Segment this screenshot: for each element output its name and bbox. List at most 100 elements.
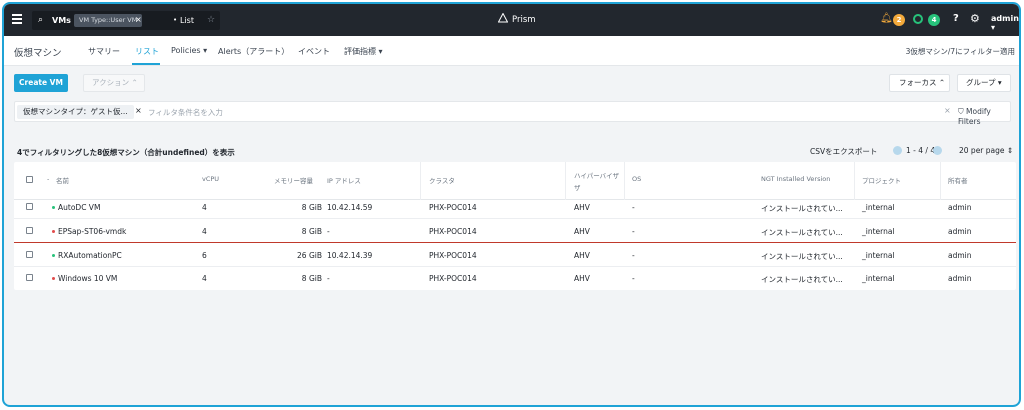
tab-events[interactable]: イベント <box>298 46 330 57</box>
tab-list[interactable]: リスト <box>135 46 159 57</box>
column-header-project[interactable]: プロジェクト <box>862 175 901 185</box>
tasks-count-badge[interactable]: 4 <box>928 14 940 26</box>
vm-name-link[interactable]: AutoDC VM <box>58 203 100 212</box>
table-row[interactable]: RXAutomationPC 6 26 GiB 10.42.14.39 PHX-… <box>14 244 1016 267</box>
ngt-cell: インストールされてい... <box>761 204 843 213</box>
vm-name-link[interactable]: RXAutomationPC <box>58 251 122 260</box>
page-title: 仮想マシン <box>14 48 62 59</box>
ngt-cell: インストールされてい... <box>761 228 843 237</box>
filter-input[interactable]: フィルタ条件名を入力 <box>148 107 223 118</box>
column-divider <box>565 162 566 200</box>
search-box[interactable]: ⌕ VMs VM Type::User VM × • List ☆ <box>32 11 220 30</box>
create-vm-button[interactable]: Create VM <box>14 74 68 92</box>
next-page-icon[interactable] <box>933 146 942 155</box>
row-checkbox[interactable] <box>26 251 33 258</box>
column-header-cluster[interactable]: クラスタ <box>429 175 455 185</box>
column-header-hypervisor[interactable]: ハイパーバイザ <box>574 170 619 180</box>
column-header-memory[interactable]: メモリー容量 <box>274 175 313 185</box>
prev-page-icon[interactable] <box>893 146 902 155</box>
row-checkbox[interactable] <box>26 274 33 281</box>
os-cell: - <box>632 251 635 260</box>
column-header-owner[interactable]: 所有者 <box>948 175 968 185</box>
cluster-cell[interactable]: PHX-POC014 <box>429 203 477 212</box>
power-status-dot <box>52 230 55 233</box>
clear-filter-icon[interactable]: × <box>944 106 951 115</box>
help-icon[interactable]: ? <box>953 13 959 24</box>
vcpu-cell: 4 <box>202 274 207 283</box>
select-all-checkbox[interactable] <box>26 176 33 183</box>
vm-name-link[interactable]: EPSap-ST06-vmdk <box>58 227 126 236</box>
ip-cell: 10.42.14.59 <box>327 203 373 212</box>
owner-cell: admin <box>948 274 972 283</box>
search-filter-chip[interactable]: VM Type::User VM <box>74 14 143 27</box>
table-row[interactable]: AutoDC VM 4 8 GiB 10.42.14.59 PHX-POC014… <box>14 196 1016 219</box>
brand: Prism <box>498 13 536 25</box>
ip-cell: - <box>327 274 330 283</box>
hypervisor-cell: AHV <box>574 251 590 260</box>
column-header-ip[interactable]: IP アドレス <box>327 175 361 185</box>
search-icon: ⌕ <box>38 15 44 25</box>
project-cell: _internal <box>862 251 895 260</box>
gear-icon[interactable]: ⚙ <box>970 12 980 25</box>
prism-logo-icon <box>498 13 508 23</box>
focus-dropdown[interactable]: フォーカス ⌃ <box>889 74 950 92</box>
filter-chip[interactable]: 仮想マシンタイプ：ゲスト仮... <box>17 105 134 119</box>
power-status-dot <box>52 277 55 280</box>
actions-dropdown[interactable]: アクション ⌃ <box>83 74 145 92</box>
cluster-cell[interactable]: PHX-POC014 <box>429 227 477 236</box>
group-dropdown[interactable]: グループ ▾ <box>957 74 1011 92</box>
tab-metrics[interactable]: 評価指標 ▾ <box>344 46 383 57</box>
memory-cell: 26 GiB <box>297 251 322 260</box>
tab-alerts[interactable]: Alerts（アラート） <box>218 46 289 57</box>
power-status-dot <box>52 254 55 257</box>
bell-icon[interactable]: 🔔︎ <box>880 13 893 24</box>
os-cell: - <box>632 227 635 236</box>
sort-icon[interactable]: - <box>47 175 49 183</box>
column-header-os[interactable]: OS <box>632 175 641 183</box>
filter-bar[interactable]: 仮想マシンタイプ：ゲスト仮... × フィルタ条件名を入力 × ⛉ Modify… <box>14 101 1011 126</box>
tasks-ring-icon[interactable] <box>913 14 923 24</box>
project-cell: _internal <box>862 203 895 212</box>
owner-cell: admin <box>948 251 972 260</box>
per-page-select[interactable]: 20 per page ⇕ <box>959 146 1013 155</box>
memory-cell: 8 GiB <box>301 203 322 212</box>
alerts-count-badge[interactable]: 2 <box>893 14 905 26</box>
ip-cell: 10.42.14.39 <box>327 251 373 260</box>
cluster-cell[interactable]: PHX-POC014 <box>429 274 477 283</box>
user-menu[interactable]: admin ▾ <box>991 14 1019 32</box>
project-cell: _internal <box>862 227 895 236</box>
memory-cell: 8 GiB <box>301 274 322 283</box>
table-header: - 名前 vCPU メモリー容量 IP アドレス クラスタ ハイパーバイザ ザ … <box>14 162 1016 200</box>
tab-policies[interactable]: Policies ▾ <box>171 46 207 55</box>
vm-table: - 名前 vCPU メモリー容量 IP アドレス クラスタ ハイパーバイザ ザ … <box>14 162 1016 290</box>
column-header-ngt[interactable]: NGT Installed Version <box>761 175 830 183</box>
close-icon[interactable]: × <box>135 15 142 24</box>
page-range: 1 - 4 / 4 <box>906 146 936 155</box>
separator-bullet: • <box>173 16 178 24</box>
close-icon[interactable]: × <box>135 106 142 115</box>
hypervisor-cell: AHV <box>574 274 590 283</box>
export-csv-link[interactable]: CSVをエクスポート <box>810 146 877 157</box>
tab-summary[interactable]: サマリー <box>88 46 120 57</box>
column-divider <box>420 162 421 200</box>
row-checkbox[interactable] <box>26 227 33 234</box>
row-checkbox[interactable] <box>26 203 33 210</box>
owner-cell: admin <box>948 203 972 212</box>
column-header-vcpu[interactable]: vCPU <box>202 175 219 183</box>
ngt-cell: インストールされてい... <box>761 252 843 261</box>
sub-nav: 仮想マシン サマリー リスト Policies ▾ Alerts（アラート） イ… <box>4 36 1019 66</box>
project-cell: _internal <box>862 274 895 283</box>
brand-name: Prism <box>512 15 536 25</box>
column-header-name[interactable]: 名前 <box>56 175 69 185</box>
table-row[interactable]: EPSap-ST06-vmdk 4 8 GiB - PHX-POC014 AHV… <box>14 220 1016 243</box>
hypervisor-cell: AHV <box>574 203 590 212</box>
vcpu-cell: 4 <box>202 227 207 236</box>
ip-cell: - <box>327 227 330 236</box>
star-icon[interactable]: ☆ <box>207 15 215 25</box>
cluster-cell[interactable]: PHX-POC014 <box>429 251 477 260</box>
table-row[interactable]: Windows 10 VM 4 8 GiB - PHX-POC014 AHV -… <box>14 267 1016 290</box>
vm-name-link[interactable]: Windows 10 VM <box>58 274 117 283</box>
menu-icon[interactable] <box>12 14 22 24</box>
modify-filters-button[interactable]: ⛉ Modify Filters <box>958 107 1010 126</box>
os-cell: - <box>632 203 635 212</box>
